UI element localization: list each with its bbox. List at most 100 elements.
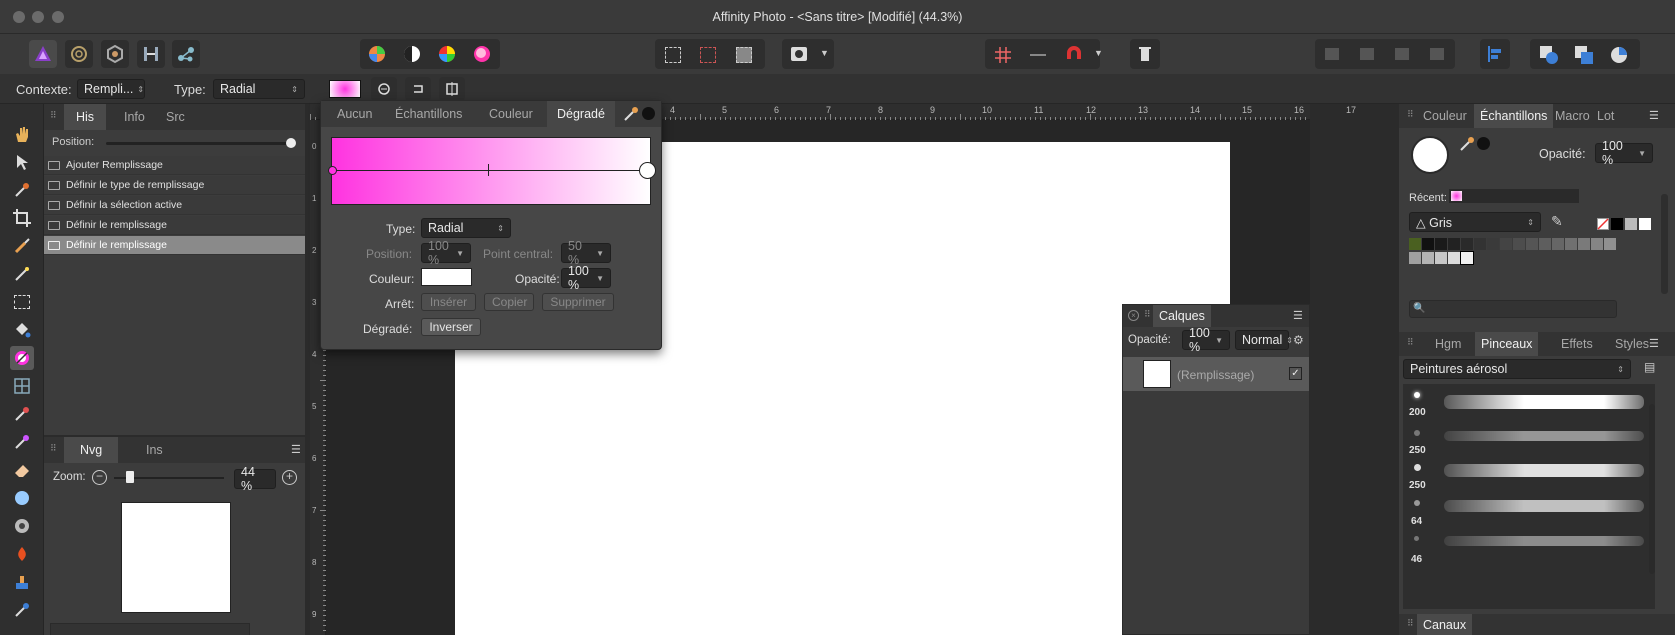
zoom-field[interactable]: 44 %	[234, 465, 276, 493]
blend-mode-select[interactable]: Normal ⇕	[1235, 330, 1293, 350]
tab-navigator[interactable]: Nvg	[64, 437, 119, 463]
panel-menu-icon[interactable]: ☰	[291, 443, 301, 456]
aspect-icon[interactable]	[439, 77, 465, 101]
crop-tool-icon[interactable]	[10, 206, 34, 230]
history-item[interactable]: Définir la sélection active	[44, 196, 305, 215]
drag-handle-icon[interactable]: ⠿	[1407, 618, 1414, 629]
tab-batch[interactable]: Lot	[1591, 104, 1620, 128]
gray-swatch[interactable]	[1422, 252, 1434, 264]
gradient-tool-icon[interactable]	[10, 346, 34, 370]
drag-handle-icon[interactable]: ⠿	[1407, 337, 1414, 348]
swatch-gray[interactable]	[1625, 218, 1637, 230]
gear-icon[interactable]: ⚙	[1293, 333, 1304, 347]
panel-menu-icon[interactable]: ☰	[1649, 337, 1659, 350]
recent-gradient-swatch[interactable]	[1451, 191, 1462, 201]
liquify-persona-icon[interactable]	[65, 40, 93, 68]
reverse-gradient-icon[interactable]	[371, 77, 397, 101]
rotate-gradient-icon[interactable]	[405, 77, 431, 101]
invert-gradient-button[interactable]: Inverser	[421, 318, 481, 336]
add-shape-icon[interactable]	[1540, 46, 1558, 67]
layer-opacity-field[interactable]: 100 % ▼	[1182, 326, 1230, 354]
gray-swatch[interactable]	[1435, 252, 1447, 264]
gray-swatch[interactable]	[1448, 252, 1460, 264]
tab-transform[interactable]: Ins	[134, 437, 175, 463]
clone-tool-icon[interactable]	[10, 570, 34, 594]
navigator-preview[interactable]	[121, 502, 231, 613]
grid-icon[interactable]	[995, 47, 1011, 66]
current-color-swatch[interactable]	[642, 107, 655, 120]
tab-channels[interactable]: Canaux	[1417, 614, 1473, 635]
swatch-white[interactable]	[1639, 218, 1651, 230]
color-replacement-tool-icon[interactable]	[10, 430, 34, 454]
chevron-down-icon[interactable]: ▼	[820, 48, 829, 58]
chevron-down-icon[interactable]: ▼	[1094, 48, 1103, 58]
stop-opacity-field[interactable]: 100 % ▼	[561, 264, 611, 292]
gray-swatch[interactable]	[1487, 238, 1499, 250]
gray-swatch[interactable]	[1409, 252, 1421, 264]
gray-swatch[interactable]	[1500, 238, 1512, 250]
eraser-tool-icon[interactable]	[10, 458, 34, 482]
drag-handle-icon[interactable]: ⠿	[1144, 309, 1151, 320]
gray-swatch[interactable]	[1460, 251, 1474, 265]
gray-swatch[interactable]	[1604, 238, 1616, 250]
type-select[interactable]: Radial ⇕	[213, 79, 305, 99]
swatch-opacity-field[interactable]: 100 % ▼	[1595, 139, 1653, 167]
burn-tool-icon[interactable]	[10, 514, 34, 538]
invert-selection-icon[interactable]	[736, 47, 752, 63]
mesh-warp-tool-icon[interactable]	[10, 374, 34, 398]
brush-stroke[interactable]	[1444, 464, 1644, 477]
trash-icon[interactable]	[1130, 39, 1160, 69]
tone-mapping-persona-icon[interactable]	[137, 40, 165, 68]
list-view-icon[interactable]: ▤	[1644, 360, 1655, 374]
gray-swatch[interactable]	[1513, 238, 1525, 250]
gray-swatch[interactable]	[1461, 238, 1473, 250]
move-forward-icon[interactable]	[1395, 48, 1409, 60]
move-to-front-icon[interactable]	[1430, 48, 1444, 60]
levels-icon[interactable]	[368, 45, 386, 66]
align-icon[interactable]	[1030, 47, 1046, 66]
tab-histogram[interactable]: Hgm	[1429, 332, 1467, 356]
history-item[interactable]: Définir le remplissage	[44, 236, 305, 255]
brush-list-scrollbar[interactable]	[1649, 404, 1655, 574]
gray-swatch[interactable]	[1422, 238, 1434, 250]
panel-menu-icon[interactable]: ☰	[1649, 109, 1659, 122]
tab-gradient[interactable]: Dégradé	[547, 101, 615, 127]
gray-swatch[interactable]	[1474, 238, 1486, 250]
drag-handle-icon[interactable]: ⠿	[50, 110, 57, 121]
tab-info[interactable]: Info	[112, 104, 157, 130]
zoom-slider-handle[interactable]	[126, 471, 134, 483]
delete-stop-button[interactable]: Supprimer	[542, 293, 614, 311]
deselect-icon[interactable]	[700, 47, 716, 63]
stroke-color-circle[interactable]	[1477, 137, 1490, 150]
gray-swatch[interactable]	[1578, 238, 1590, 250]
color-picker-tool-icon[interactable]	[10, 178, 34, 202]
fill-swatch[interactable]	[329, 80, 361, 98]
gray-swatch[interactable]	[1552, 238, 1564, 250]
marquee-tool-icon[interactable]	[10, 290, 34, 314]
gray-swatch[interactable]	[1565, 238, 1577, 250]
eyedropper-icon[interactable]	[1459, 136, 1475, 155]
position-slider[interactable]	[106, 142, 292, 145]
select-all-icon[interactable]	[665, 47, 681, 63]
brush-stroke[interactable]	[1444, 536, 1644, 546]
midpoint-field[interactable]: 50 % ▼	[561, 239, 611, 267]
gray-swatch[interactable]	[1539, 238, 1551, 250]
gray-swatch[interactable]	[1409, 238, 1421, 250]
brush-stroke[interactable]	[1444, 395, 1644, 409]
contrast-icon[interactable]	[403, 45, 421, 66]
history-item[interactable]: Définir le remplissage	[44, 216, 305, 235]
stop-color-swatch[interactable]	[421, 268, 472, 286]
fill-tool-icon[interactable]	[10, 318, 34, 342]
gray-swatch[interactable]	[1591, 238, 1603, 250]
flood-select-tool-icon[interactable]	[10, 262, 34, 286]
gray-swatch[interactable]	[1526, 238, 1538, 250]
tab-effects[interactable]: Effets	[1555, 332, 1599, 356]
copy-stop-button[interactable]: Copier	[484, 293, 534, 311]
move-tool-icon[interactable]	[10, 150, 34, 174]
color-wheel-icon[interactable]	[438, 45, 456, 66]
tab-history[interactable]: His	[64, 104, 107, 130]
selection-brush-tool-icon[interactable]	[10, 234, 34, 258]
zoom-in-icon[interactable]: +	[282, 470, 297, 485]
export-persona-icon[interactable]	[172, 40, 200, 68]
gradient-stop-end[interactable]	[639, 162, 656, 179]
